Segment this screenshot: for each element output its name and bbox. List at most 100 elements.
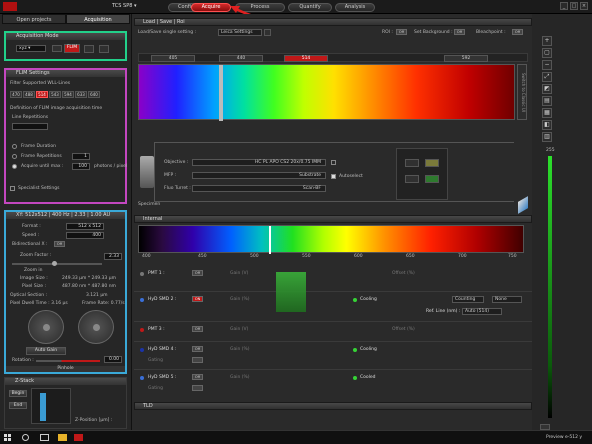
maximize-icon[interactable]: □ — [570, 2, 578, 10]
zoom-slider-knob[interactable] — [52, 261, 57, 266]
xy-header[interactable]: XY: 512x512 | 400 Hz | 2.33 | 1.00 AU — [6, 212, 125, 219]
pan-center[interactable] — [43, 324, 50, 331]
speed-select[interactable]: 400 — [66, 232, 104, 239]
format-select[interactable]: 512 x 512 — [66, 223, 104, 230]
lut-bar[interactable] — [548, 156, 552, 418]
laser-box-440[interactable]: 440 — [219, 55, 263, 62]
detector-toggle[interactable]: Off — [192, 346, 203, 352]
tab-open-projects[interactable]: Open projects — [2, 14, 66, 24]
line-chip[interactable]: 640 — [88, 91, 100, 98]
bleachpoint-toggle[interactable]: Off — [512, 29, 523, 35]
windows-start-icon[interactable] — [4, 434, 12, 442]
acquisition-mode-header[interactable]: Acquisition Mode — [6, 33, 125, 40]
start-pane — [8, 434, 11, 437]
pan-wheel-right[interactable] — [78, 310, 114, 344]
mode-select[interactable]: xyz ▾ — [16, 45, 46, 52]
z-end-button[interactable]: End — [9, 402, 27, 409]
tld-header[interactable]: TLD — [134, 402, 532, 410]
zoom-out-icon[interactable]: − — [542, 60, 552, 70]
close-icon[interactable]: × — [580, 2, 588, 10]
gating-toggle[interactable] — [192, 357, 203, 363]
mode2-select[interactable]: None — [492, 296, 522, 303]
detector-band-green[interactable] — [276, 272, 306, 312]
line-chip[interactable]: 633 — [75, 91, 87, 98]
rotation-input[interactable]: 0.00 — [104, 356, 122, 363]
crop-icon[interactable]: ▢ — [542, 48, 552, 58]
autoselect-checkbox[interactable] — [331, 174, 336, 179]
tab-acquisition[interactable]: Acquisition — [66, 14, 130, 24]
detector-toggle[interactable]: Off — [192, 270, 203, 276]
filter-icon[interactable] — [425, 159, 439, 167]
detector-toggle[interactable]: ON — [192, 296, 203, 302]
minimize-icon[interactable]: _ — [560, 2, 568, 10]
tab-quantify[interactable]: Quantify — [288, 3, 332, 12]
pan-center[interactable] — [93, 324, 100, 331]
z-stack-header[interactable]: Z-Stack — [5, 378, 126, 385]
set-background-toggle[interactable]: Off — [454, 29, 465, 35]
histogram-icon[interactable]: ▥ — [542, 132, 552, 142]
frame-duration-radio[interactable] — [12, 144, 17, 149]
leica-las-icon[interactable] — [74, 434, 83, 441]
line-chip[interactable]: 488 — [23, 91, 35, 98]
flim-settings-header[interactable]: FLIM Settings — [6, 70, 125, 77]
ocular-icon[interactable] — [405, 175, 419, 183]
pinhole-bar[interactable]: Pinhole — [6, 366, 125, 372]
mode-select[interactable]: Counting — [452, 296, 484, 303]
switch-classic-button[interactable]: Switch to Classic UI — [517, 64, 527, 120]
search-icon[interactable] — [22, 434, 29, 441]
gating-toggle[interactable] — [192, 385, 203, 391]
save-icon[interactable] — [264, 29, 271, 36]
acquire-photons-input[interactable]: 100 — [72, 163, 90, 170]
task-view-icon[interactable] — [40, 434, 49, 441]
line-chip[interactable]: 594 — [62, 91, 74, 98]
roi-toggle[interactable]: Off — [396, 29, 407, 35]
tab-analysis[interactable]: Analysis — [335, 3, 375, 12]
system-selector[interactable]: TCS SP8 — [112, 3, 137, 9]
line-chip[interactable]: 543 — [49, 91, 61, 98]
fit-icon[interactable]: ⤢ — [542, 72, 552, 82]
acquire-until-radio[interactable] — [12, 164, 17, 169]
leica-settings-select[interactable]: Leica Settings — [218, 29, 262, 36]
camera-icon[interactable] — [425, 175, 439, 183]
pen-icon[interactable] — [99, 45, 109, 53]
file-explorer-icon[interactable] — [58, 434, 67, 441]
frame-repetitions-input[interactable]: 1 — [72, 153, 90, 160]
frame-repetitions-radio[interactable] — [12, 154, 17, 159]
internal-header[interactable]: Internal — [134, 215, 532, 223]
ref-line-select[interactable]: Auto (514) — [462, 308, 502, 315]
auto-gain-button[interactable]: Auto Gain — [26, 347, 66, 355]
overlay-icon[interactable]: ◩ — [542, 84, 552, 94]
load-save-header[interactable]: Load | Save | Roi — [134, 18, 532, 26]
laser-line-marker[interactable] — [219, 65, 223, 121]
grid-icon[interactable]: ▦ — [542, 108, 552, 118]
laser-box-592[interactable]: 592 — [444, 55, 488, 62]
laser-spectrum-bar[interactable] — [138, 64, 515, 121]
objective-lock-icon[interactable] — [331, 160, 336, 165]
pan-wheel-left[interactable] — [28, 310, 64, 344]
channels-icon[interactable]: ◧ — [542, 120, 552, 130]
rotation-slider[interactable] — [36, 360, 100, 362]
emission-spectrum-bar[interactable] — [138, 225, 524, 254]
laser-box-405[interactable]: 405 — [151, 55, 195, 62]
objective-select[interactable]: HC PL APO CS2 20x/0.75 IMM — [192, 159, 326, 166]
zoom-in-icon[interactable]: + — [542, 36, 552, 46]
zoom-factor-input[interactable]: 2.33 — [104, 253, 122, 260]
specialist-checkbox[interactable] — [10, 186, 15, 191]
laser-box-514[interactable]: 514 — [284, 55, 328, 62]
bidirectional-toggle[interactable]: Off — [54, 241, 65, 247]
line-chip[interactable]: 514 — [36, 91, 48, 98]
zoom-slider[interactable] — [12, 261, 102, 266]
mfp-select[interactable]: Substrate — [192, 172, 326, 179]
ruler-icon[interactable]: ▤ — [542, 96, 552, 106]
detector-toggle[interactable]: Off — [192, 326, 203, 332]
line-repetitions-input[interactable] — [12, 123, 48, 130]
lightning-icon[interactable] — [84, 45, 94, 53]
mode-icon-button[interactable] — [52, 45, 62, 52]
detector-toggle[interactable]: Off — [192, 374, 203, 380]
flim-button[interactable]: FLIM — [64, 44, 80, 53]
fluo-turret-select[interactable]: Scan-BF — [192, 185, 326, 192]
tab-acquire[interactable]: Acquire — [191, 3, 231, 12]
z-begin-button[interactable]: Begin — [9, 390, 27, 397]
lamp-icon[interactable] — [405, 159, 419, 167]
line-chip[interactable]: 470 — [10, 91, 22, 98]
